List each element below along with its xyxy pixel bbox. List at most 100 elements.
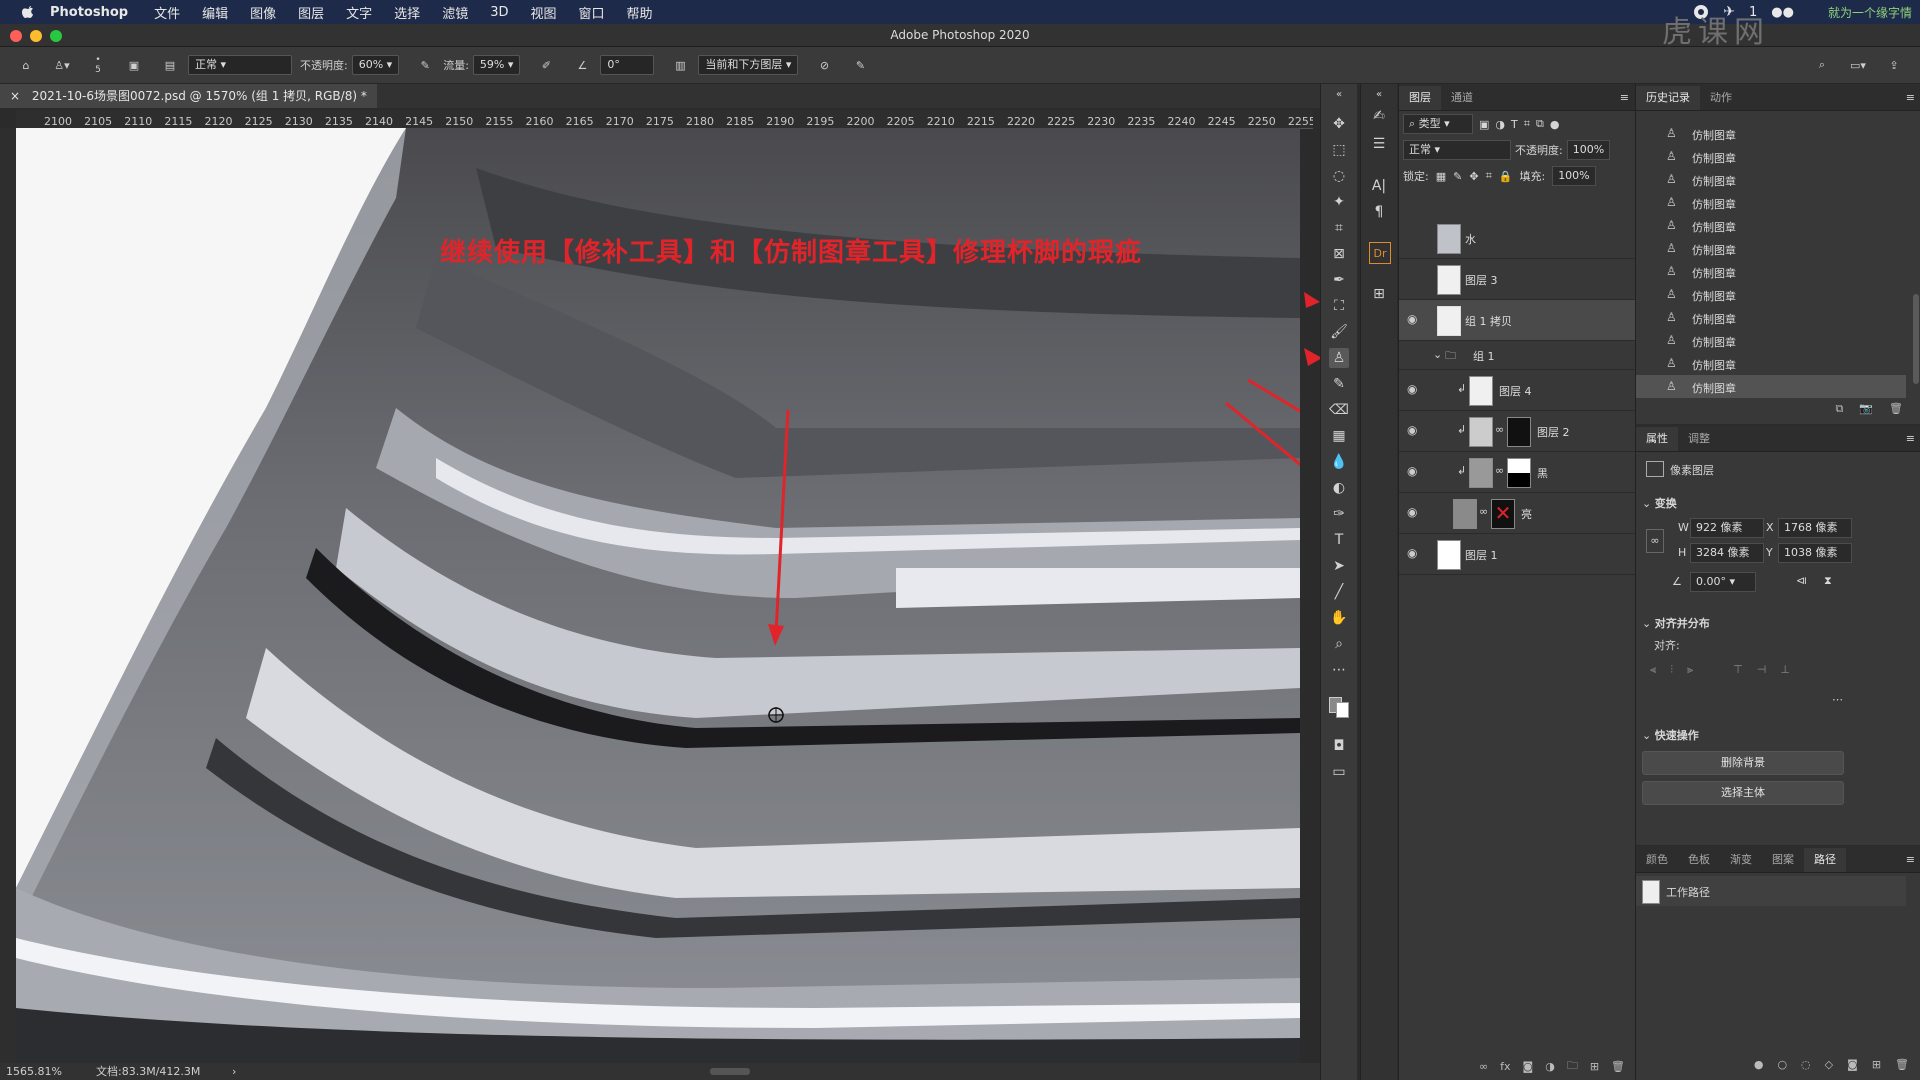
paragraph-panel-icon[interactable]: ¶ [1369,202,1389,222]
history-item[interactable]: ♙ 仿制图章 [1636,168,1906,191]
history-item[interactable]: ♙ 仿制图章 [1636,352,1906,375]
link-layers-icon[interactable]: ∞ [1479,1060,1488,1073]
quick-actions-header[interactable]: ⌄ 快速操作 [1642,727,1699,743]
new-group-icon[interactable]: 🗀 [1567,1057,1578,1076]
align-left-icon[interactable]: ⫷ [1650,663,1656,677]
fx-icon[interactable]: fx [1500,1060,1510,1073]
tab-patterns[interactable]: 图案 [1762,848,1804,872]
filter-type-icon[interactable]: T [1511,118,1518,131]
fill-field[interactable]: 100% [1552,166,1596,186]
link-dimensions-icon[interactable]: ∞ [1646,529,1664,553]
marquee-tool-icon[interactable]: ⬚ [1329,140,1349,160]
layer-row[interactable]: ◉ ↲ 图层 4 [1399,370,1635,411]
angle-field[interactable]: 0° [600,55,655,75]
panel-menu-icon[interactable]: ≡ [1906,853,1915,866]
add-mask-icon[interactable]: ◙ [1523,1060,1534,1073]
history-item[interactable]: ♙ 仿制图章 [1636,122,1906,145]
panel-menu-icon[interactable]: ≡ [1906,91,1915,104]
opacity-field[interactable]: 60% ▾ [351,55,400,75]
chevron-right-icon[interactable]: › [232,1063,236,1080]
x-field[interactable]: 1768 像素 [1778,518,1852,538]
history-scrollbar[interactable] [1913,294,1919,384]
move-tool-icon[interactable]: ✥ [1329,114,1349,134]
dodge-tool-icon[interactable]: ◐ [1329,478,1349,498]
patch-tool-icon[interactable]: ⛶ [1329,296,1349,316]
zoom-tool-icon[interactable]: ⌕ [1329,634,1349,654]
apple-icon[interactable] [20,4,36,20]
trash-icon[interactable]: 🗑 [1611,1060,1625,1073]
layer-row[interactable]: ◉ ↲ ∞ 图层 2 [1399,411,1635,452]
brush-size-picker[interactable]: • 5 [88,55,108,75]
type-tool-icon[interactable]: T [1329,530,1349,550]
tab-history[interactable]: 历史记录 [1636,86,1700,110]
chevron-down-icon[interactable]: ⌄ [1433,348,1442,361]
filter-adjust-icon[interactable]: ◑ [1495,118,1505,131]
lasso-tool-icon[interactable]: ◌ [1329,166,1349,186]
horizontal-scrollbar[interactable] [710,1068,750,1075]
eye-icon[interactable]: ◉ [1407,464,1421,478]
align-middle-v-icon[interactable]: ⊣ [1757,663,1767,677]
lock-artboard-icon[interactable]: ⌗ [1486,169,1492,183]
menu-type[interactable]: 文字 [346,3,372,22]
tab-color[interactable]: 颜色 [1636,848,1678,872]
history-item[interactable]: ♙ 仿制图章 [1636,145,1906,168]
align-right-icon[interactable]: ⫸ [1687,663,1693,677]
align-top-icon[interactable]: ⊤ [1733,663,1743,677]
add-mask-icon[interactable]: ◙ [1847,1058,1858,1078]
clone-stamp-preset-icon[interactable]: ♙▾ [52,55,72,75]
clone-source-icon[interactable]: ▤ [160,55,180,75]
flip-vertical-icon[interactable]: ⧗ [1824,574,1832,588]
line-tool-icon[interactable]: ╱ [1329,582,1349,602]
more-tools-icon[interactable]: ⋯ [1329,660,1349,680]
width-field[interactable]: 922 像素 [1690,518,1764,538]
search-icon[interactable]: ⌕ [1812,55,1832,75]
menu-file[interactable]: 文件 [154,3,180,22]
collapse-icon[interactable]: « [1329,84,1349,104]
sample-select[interactable]: 当前和下方图层 ▾ [698,55,799,75]
clone-stamp-tool-icon[interactable]: ♙ [1329,348,1349,368]
lock-position-icon[interactable]: ✥ [1469,170,1478,183]
panel-menu-icon[interactable]: ≡ [1906,432,1915,445]
tab-paths[interactable]: 路径 [1804,848,1846,872]
menu-help[interactable]: 帮助 [627,3,653,22]
history-item[interactable]: ♙ 仿制图章 [1636,237,1906,260]
history-item[interactable]: ♙ 仿制图章 [1636,283,1906,306]
crop-tool-icon[interactable]: ⌗ [1329,218,1349,238]
layer-row[interactable]: 水 [1399,218,1635,259]
blur-tool-icon[interactable]: 💧 [1329,452,1349,472]
eye-icon[interactable]: ◉ [1407,546,1421,560]
eye-icon[interactable]: ◉ [1407,423,1421,437]
filter-pixel-icon[interactable]: ▣ [1479,118,1489,131]
menu-select[interactable]: 选择 [394,3,420,22]
quick-mask-icon[interactable]: ◘ [1329,736,1349,756]
tab-gradients[interactable]: 渐变 [1720,848,1762,872]
eye-icon[interactable]: ◉ [1407,382,1421,396]
brush-tool-icon[interactable]: 🖌 [1329,322,1349,342]
measure-panel-icon[interactable]: ⊞ [1369,284,1389,304]
filter-toggle-icon[interactable]: ● [1550,118,1560,131]
gradient-tool-icon[interactable]: ▦ [1329,426,1349,446]
layer-mask-thumbnail[interactable] [1507,458,1531,488]
history-item[interactable]: ♙ 仿制图章 [1636,260,1906,283]
adjustment-layer-icon[interactable]: ◑ [1545,1060,1555,1073]
ignore-adjustment-icon[interactable]: ⊘ [814,55,834,75]
plugin-dr-icon[interactable]: Dr [1369,242,1391,264]
blend-mode-select[interactable]: 正常 ▾ [1403,140,1511,160]
pen-tool-icon[interactable]: ✑ [1329,504,1349,524]
home-icon[interactable]: ⌂ [16,55,36,75]
new-document-from-state-icon[interactable]: ⧉ [1835,402,1843,422]
airbrush-icon[interactable]: ✐ [536,55,556,75]
history-item[interactable]: ♙ 仿制图章 [1636,329,1906,352]
new-path-icon[interactable]: ⊞ [1872,1058,1881,1078]
flow-field[interactable]: 59% ▾ [472,55,521,75]
close-icon[interactable]: × [10,89,20,103]
menu-view[interactable]: 视图 [530,3,556,22]
menu-layer[interactable]: 图层 [298,3,324,22]
layer-group-row[interactable]: ⌄ 🗀 组 1 [1399,341,1635,370]
rotation-field[interactable]: 0.00° ▾ [1690,572,1756,592]
zoom-level[interactable]: 1565.81% [6,1063,62,1080]
tab-properties[interactable]: 属性 [1636,427,1678,451]
properties-panel-icon[interactable]: ☰ [1369,134,1389,154]
frame-tool-icon[interactable]: ⊠ [1329,244,1349,264]
lock-pixels-icon[interactable]: ✎ [1453,170,1462,183]
